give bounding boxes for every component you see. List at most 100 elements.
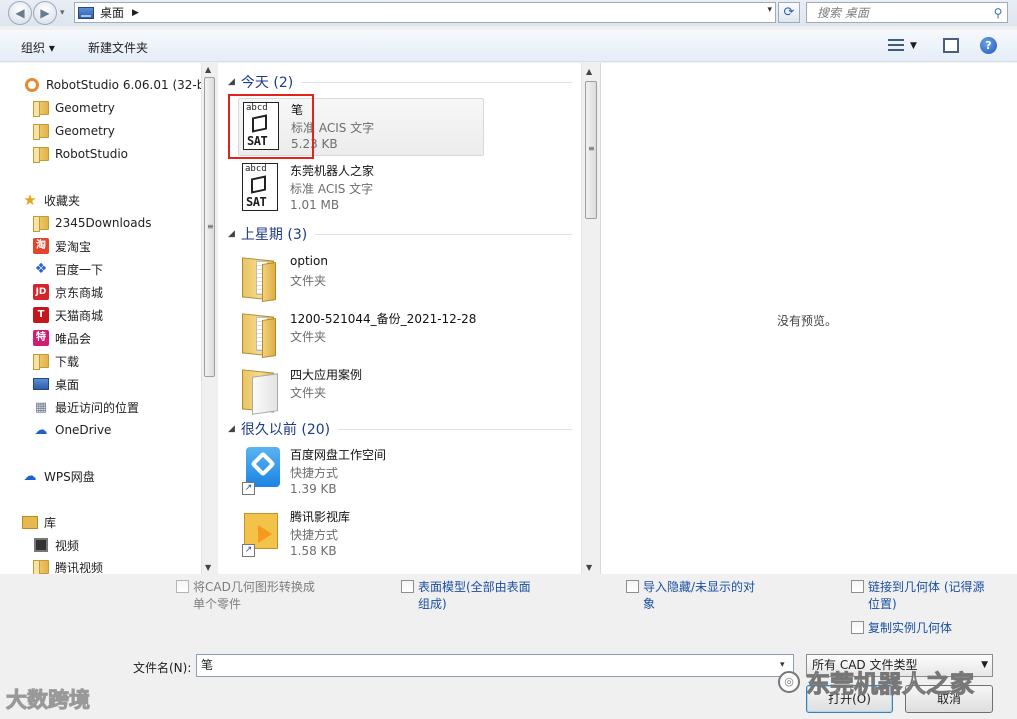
recent-locations-dropdown[interactable]: ▾ <box>60 8 65 18</box>
file-list-scrollbar[interactable]: ▲ ≡ ▼ <box>581 63 599 574</box>
collapse-caret-icon[interactable]: ◢ <box>228 229 235 239</box>
back-button[interactable]: ◀ <box>8 1 32 25</box>
address-dropdown-icon[interactable]: ▾ <box>767 5 772 15</box>
folder-icon <box>242 255 282 305</box>
scroll-down-icon[interactable]: ▼ <box>205 563 211 572</box>
chevron-down-icon: ▼ <box>910 40 917 51</box>
file-type: 标准 ACIS 文字 <box>290 182 374 196</box>
link-geometry-option[interactable]: 链接到几何体 (记得源位置) <box>851 579 996 613</box>
grip-icon: ≡ <box>207 222 214 231</box>
baidu-paw-icon: ❖ <box>34 261 48 277</box>
nav-item-geometry-2[interactable]: Geometry <box>33 121 115 141</box>
nav-item-videos[interactable]: 视频 <box>33 535 79 555</box>
view-options-icon <box>888 39 904 52</box>
forward-arrow-icon: ▶ <box>40 6 50 20</box>
nav-item-wps-cloud[interactable]: ☁ WPS网盘 <box>22 466 95 486</box>
change-view-button[interactable]: ▼ <box>888 39 917 52</box>
nav-item-jd[interactable]: JD 京东商城 <box>33 282 103 302</box>
file-size: 1.58 KB <box>290 544 337 558</box>
desktop-icon <box>33 378 49 390</box>
option-label: 链接到几何体 (记得源位置) <box>868 580 985 611</box>
file-type: 文件夹 <box>290 386 327 400</box>
import-hidden-option[interactable]: 导入隐藏/未显示的对象 <box>626 579 766 613</box>
nav-item-label: 天猫商城 <box>55 308 104 323</box>
nav-item-desktop[interactable]: 桌面 <box>33 374 79 394</box>
surface-model-option[interactable]: 表面模型(全部由表面组成) <box>401 579 541 613</box>
sat-file-icon: abcd SAT <box>242 163 282 213</box>
organize-button[interactable]: 组织 ▾ <box>21 39 55 56</box>
file-item-backup[interactable]: 1200-521044_备份_2021-12-28 文件夹 <box>238 308 484 366</box>
search-input[interactable]: 搜索 桌面 ⚲ <box>806 2 1008 23</box>
nav-item-recent-places[interactable]: ▦ 最近访问的位置 <box>33 397 139 417</box>
file-scrollbar-thumb[interactable]: ≡ <box>585 81 597 219</box>
nav-item-label: Geometry <box>55 101 115 115</box>
nav-item-favorites[interactable]: ★ 收藏夹 <box>22 190 80 210</box>
help-icon[interactable]: ? <box>980 37 997 54</box>
preview-pane-toggle-icon[interactable] <box>943 38 959 53</box>
nav-item-vip[interactable]: 特 唯品会 <box>33 328 91 348</box>
nav-scrollbar-thumb[interactable]: ≡ <box>204 77 215 377</box>
library-icon <box>22 515 38 529</box>
nav-item-geometry-1[interactable]: Geometry <box>33 98 115 118</box>
nav-item-label: WPS网盘 <box>44 469 95 484</box>
copy-instance-checkbox[interactable] <box>851 621 864 634</box>
group-header-long-ago[interactable]: ◢ 很久以前 (20) <box>218 419 578 439</box>
tencent-video-icon <box>33 560 49 574</box>
file-name: 百度网盘工作空间 <box>290 448 387 462</box>
filename-input[interactable]: 笔 <box>196 654 794 677</box>
refresh-button[interactable]: ⟳ <box>778 2 800 23</box>
nav-item-label: 腾讯视频 <box>55 560 104 575</box>
nav-item-robotstudio-folder[interactable]: RobotStudio <box>33 144 128 164</box>
collapse-caret-icon[interactable]: ◢ <box>228 424 235 434</box>
nav-item-label: 唯品会 <box>55 331 92 346</box>
navigation-pane: RobotStudio 6.06.01 (32-bi Geometry Geom… <box>0 63 217 574</box>
option-label: 表面模型(全部由表面组成) <box>418 580 531 611</box>
file-item-dongguan[interactable]: abcd SAT 东莞机器人之家 标准 ACIS 文字 1.01 MB <box>238 160 484 218</box>
scroll-down-icon[interactable]: ▼ <box>586 563 592 572</box>
desktop-icon <box>78 6 94 19</box>
convert-cad-checkbox[interactable] <box>176 580 189 593</box>
group-header-today[interactable]: ◢ 今天 (2) <box>218 72 578 92</box>
file-item-option[interactable]: option 文件夹 <box>238 252 484 310</box>
copy-instance-option[interactable]: 复制实例几何体 <box>851 620 996 637</box>
nav-item-downloads[interactable]: 下载 <box>33 351 79 371</box>
watermark-right: ◎ 东莞机器人之家 <box>778 664 975 699</box>
nav-item-robotstudio[interactable]: RobotStudio 6.06.01 (32-bi <box>24 75 208 95</box>
import-hidden-checkbox[interactable] <box>626 580 639 593</box>
address-location[interactable]: 桌面 <box>100 4 124 21</box>
nav-item-tencent-video[interactable]: 腾讯视频 <box>33 557 103 574</box>
convert-cad-option[interactable]: 将CAD几何图形转换成单个零件 <box>176 579 316 613</box>
file-name: option <box>290 254 328 268</box>
address-bar[interactable]: 桌面 ▶ ▾ <box>74 2 776 23</box>
file-name: 1200-521044_备份_2021-12-28 <box>290 312 477 326</box>
file-type: 文件夹 <box>290 330 327 344</box>
file-name: 腾讯影视库 <box>290 510 351 524</box>
nav-item-label: 收藏夹 <box>44 193 81 208</box>
nav-item-baidu[interactable]: ❖ 百度一下 <box>33 259 103 279</box>
nav-item-tmall[interactable]: T 天猫商城 <box>33 305 103 325</box>
forward-button[interactable]: ▶ <box>33 1 57 25</box>
scroll-up-icon[interactable]: ▲ <box>205 65 211 74</box>
file-item-tencent-library[interactable]: ↗ 腾讯影视库 快捷方式 1.58 KB <box>238 506 484 564</box>
nav-pane-scrollbar[interactable]: ▲ ≡ ▼ <box>201 63 217 574</box>
breadcrumb-chevron-icon[interactable]: ▶ <box>132 8 139 18</box>
collapse-caret-icon[interactable]: ◢ <box>228 77 235 87</box>
link-geometry-checkbox[interactable] <box>851 580 864 593</box>
nav-item-aitaobao[interactable]: 淘 爱淘宝 <box>33 236 91 256</box>
video-icon <box>34 538 48 552</box>
group-header-last-week[interactable]: ◢ 上星期 (3) <box>218 224 578 244</box>
nav-item-onedrive[interactable]: ☁ OneDrive <box>33 420 112 440</box>
file-item-cases[interactable]: 四大应用案例 文件夹 <box>238 364 484 422</box>
download-folder-icon <box>33 354 49 370</box>
file-item-baidu-netdisk[interactable]: ↗ 百度网盘工作空间 快捷方式 1.39 KB <box>238 444 484 502</box>
nav-item-label: 爱淘宝 <box>55 239 92 254</box>
nav-item-label: 最近访问的位置 <box>55 400 140 415</box>
search-icon[interactable]: ⚲ <box>989 6 1007 20</box>
recent-places-icon: ▦ <box>34 399 48 415</box>
new-folder-button[interactable]: 新建文件夹 <box>88 39 148 56</box>
nav-item-2345downloads[interactable]: 2345Downloads <box>33 213 151 233</box>
nav-item-label: 下载 <box>55 354 80 369</box>
scroll-up-icon[interactable]: ▲ <box>586 67 592 76</box>
nav-item-library[interactable]: 库 <box>22 512 56 532</box>
surface-model-checkbox[interactable] <box>401 580 414 593</box>
